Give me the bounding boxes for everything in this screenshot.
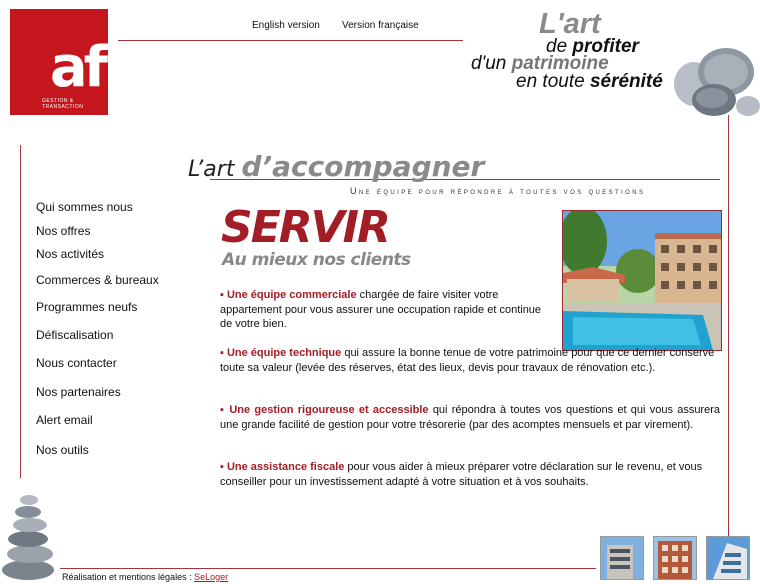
nav-item-programmes-neufs[interactable]: Programmes neufs [36, 300, 137, 314]
building-thumb-2[interactable] [653, 536, 697, 580]
paragraph-gestion: ▪ Une gestion rigoureuse et accessible q… [220, 404, 720, 431]
slogan-line-1: L'art [539, 8, 601, 40]
logo-tagline: GESTION & TRANSACTION [42, 98, 84, 110]
french-version-link[interactable]: Version française [342, 20, 419, 31]
nav-item-nos-activites[interactable]: Nos activités [36, 247, 104, 261]
page-subtitle: Une équipe pour répondre à toutes vos qu… [350, 186, 646, 196]
paragraph-technique: ▪ Une équipe technique qui assure la bon… [220, 347, 715, 374]
paragraph-fiscale: ▪ Une assistance fiscale pour vous aider… [220, 461, 703, 488]
servir-title: SERVIR [221, 202, 391, 253]
pebbles-image [674, 48, 760, 116]
nav-item-commerces-bureaux[interactable]: Commerces & bureaux [36, 273, 159, 287]
nav-item-alert-email[interactable]: Alert email [36, 413, 93, 427]
footer-label: Réalisation et mentions légales : [62, 572, 195, 582]
slogan-line-4: en toute sérénité [516, 71, 663, 92]
building-thumb-3[interactable] [706, 536, 750, 580]
nav-item-nos-outils[interactable]: Nos outils [36, 443, 89, 457]
logo[interactable]: af GESTION & TRANSACTION [10, 9, 108, 115]
right-rule [728, 115, 729, 537]
stacked-stones-image [2, 495, 54, 580]
servir-subtitle: Au mieux nos clients [222, 250, 411, 270]
building-thumb-1[interactable] [600, 536, 644, 580]
nav-item-nos-offres[interactable]: Nos offres [36, 224, 90, 238]
paragraph-commerciale: ▪ Une équipe commerciale chargée de fair… [220, 289, 542, 331]
nav-item-qui-sommes-nous[interactable]: Qui sommes nous [36, 200, 133, 214]
footer-rule [60, 568, 596, 569]
english-version-link[interactable]: English version [252, 20, 320, 31]
seloger-link[interactable]: SeLoger [194, 572, 228, 582]
residence-pool-photo [562, 210, 722, 351]
left-rule [20, 145, 21, 478]
nav-item-defiscalisation[interactable]: Défiscalisation [36, 328, 113, 342]
logo-mark: af [49, 35, 108, 100]
page-heading: L’art d’accompagner [188, 150, 485, 183]
nav-item-nos-partenaires[interactable]: Nos partenaires [36, 385, 121, 399]
footer: Réalisation et mentions légales : SeLoge… [62, 572, 228, 582]
nav-item-nous-contacter[interactable]: Nous contacter [36, 356, 117, 370]
top-rule [118, 40, 463, 41]
